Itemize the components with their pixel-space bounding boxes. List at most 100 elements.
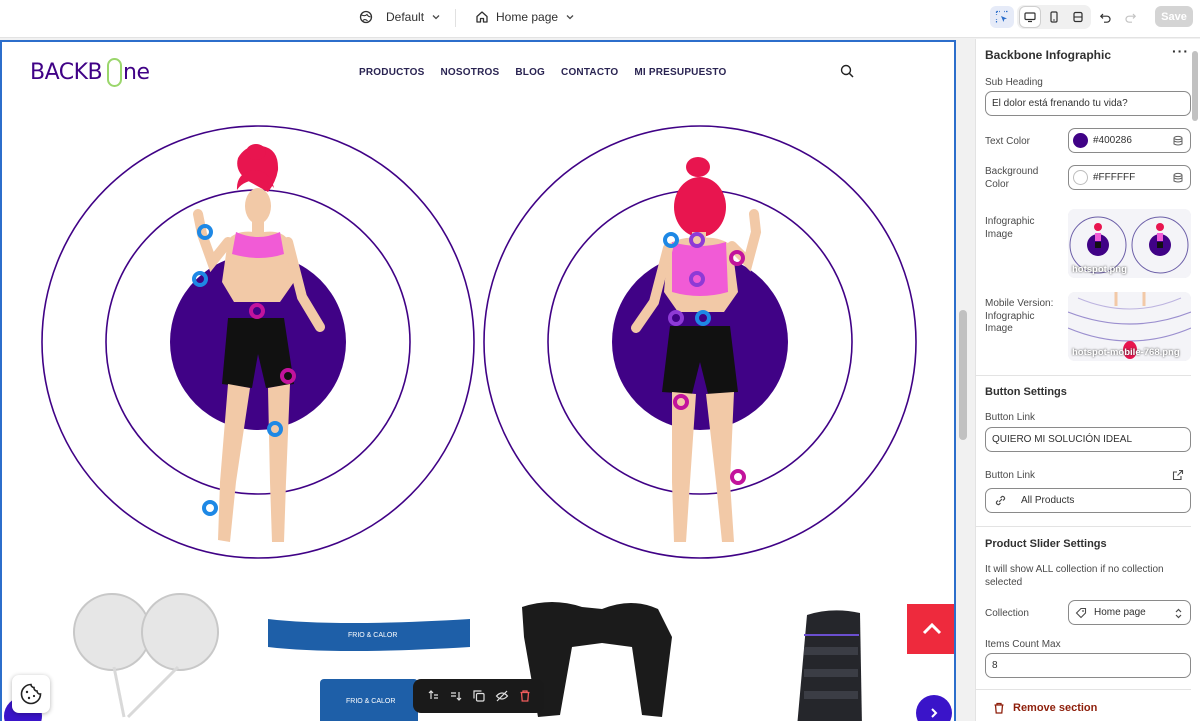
desktop-icon [1024,12,1036,23]
mobile-image-filename: hotspot-mobile-768.png [1072,347,1180,358]
move-down-icon[interactable] [449,689,463,703]
divider [976,375,1191,376]
preview-scrollbar[interactable] [956,40,970,721]
save-button[interactable]: Save [1155,6,1193,27]
desktop-view-button[interactable] [1020,7,1040,27]
cookie-icon [20,683,42,705]
button-link-url-label: Button Link [985,470,1036,481]
divider [976,689,1191,690]
button-link-url-picker[interactable]: All Products [985,488,1191,513]
chevron-down-icon [432,15,440,20]
database-icon[interactable] [1172,135,1184,147]
database-icon[interactable] [1172,172,1184,184]
svg-text:BACKB: BACKB [30,60,102,85]
collection-icon [1075,607,1087,618]
store-search-button[interactable] [840,64,854,83]
items-count-input[interactable]: 8 [985,653,1191,678]
background-color-swatch [1073,170,1088,185]
home-icon [476,11,488,23]
hotspot-ankle [202,500,218,516]
theme-label: Default [386,10,425,24]
panel-title: Backbone Infographic [985,48,1112,62]
undo-icon [1099,13,1111,23]
section-settings-panel: Backbone Infographic ··· Sub Heading El … [975,39,1200,721]
mobile-view-button[interactable] [1044,7,1064,27]
slider-next-button[interactable] [916,695,952,721]
button-link-url-value: All Products [1021,495,1075,506]
redo-icon [1124,13,1136,23]
topbar-divider [455,9,456,27]
product-posture-corrector [522,602,672,717]
panel-scrollbar[interactable] [1190,39,1200,721]
hotspot-calf [730,469,746,485]
delete-icon[interactable] [518,689,532,703]
duplicate-icon[interactable] [472,689,486,703]
nav-item-nosotros[interactable]: NOSOTROS [441,67,500,78]
mobile-image-label: Mobile Version: Infographic Image [985,298,1054,334]
fullwidth-icon [1073,11,1083,23]
svg-text:ne: ne [123,60,149,85]
panel-scrollbar-thumb[interactable] [1192,51,1198,121]
device-switcher [1017,5,1091,29]
text-color-value: #400286 [1093,135,1132,146]
search-icon [840,64,854,78]
preview-scrollbar-thumb[interactable] [959,310,967,440]
store-preview: BACKB ne PRODUCTOS NOSOTROS BLOG CONTACT… [0,40,956,721]
undo-button[interactable] [1093,6,1117,28]
mobile-image-picker[interactable]: hotspot-mobile-768.png [1068,292,1191,361]
more-icon[interactable]: ··· [1172,43,1189,59]
redo-button[interactable] [1118,6,1142,28]
button-link-label: Button Link [985,412,1036,423]
sub-heading-input[interactable]: El dolor está frenando tu vida? [985,91,1191,116]
hotspot-shoulder [663,232,679,248]
trash-icon [994,702,1004,714]
page-selector[interactable]: Home page [475,0,575,34]
remove-section-button[interactable]: Remove section [993,702,1097,714]
hotspot-infographic [41,125,917,559]
main-nav: PRODUCTOS NOSOTROS BLOG CONTACTO MI PRES… [359,67,726,78]
fullwidth-view-button[interactable] [1068,7,1088,27]
product-slider-heading: Product Slider Settings [985,538,1107,550]
nav-item-productos[interactable]: PRODUCTOS [359,67,425,78]
chevron-down-icon [566,15,574,20]
store-logo[interactable]: BACKB ne [30,55,160,96]
remove-section-label: Remove section [1013,702,1098,714]
link-icon [995,495,1006,506]
infographic-image-picker[interactable]: hotspot.png [1068,209,1191,278]
text-color-swatch [1073,133,1088,148]
editor-topbar: Default Home page Save [0,0,1200,38]
nav-item-mi-presupuesto[interactable]: MI PRESUPUESTO [634,67,726,78]
text-color-label: Text Color [985,136,1031,147]
product-electrodes [73,593,219,719]
text-color-field[interactable]: #400286 [1068,128,1191,153]
cookie-settings-button[interactable] [12,675,50,713]
backbone-logo: BACKB ne [30,58,150,87]
button-settings-heading: Button Settings [985,386,1067,398]
scroll-top-button[interactable] [907,604,954,654]
svg-text:FRIO & CALOR: FRIO & CALOR [348,632,397,639]
infographic-image-filename: hotspot.png [1072,264,1127,275]
chevron-updown-icon [1175,608,1182,619]
button-text-input[interactable]: QUIERO MI SOLUCIÓN IDEAL [985,427,1191,452]
nav-item-contacto[interactable]: CONTACTO [561,67,618,78]
arrow-right-icon [931,708,938,718]
globe-icon [359,10,373,24]
mobile-icon [1050,11,1058,23]
nav-item-blog[interactable]: BLOG [515,67,545,78]
collection-value: Home page [1094,607,1146,618]
arrow-up-icon [922,622,941,635]
select-element-icon [995,10,1008,23]
theme-selector[interactable]: Default [359,0,441,34]
page-label: Home page [496,10,559,24]
background-color-field[interactable]: #FFFFFF [1068,165,1191,190]
divider [976,526,1191,527]
select-element-button[interactable] [990,6,1014,28]
sub-heading-label: Sub Heading [985,77,1043,88]
product-slider-help: It will show ALL collection if no collec… [985,564,1164,588]
infographic-image-label: Infographic Image [985,216,1035,240]
hide-icon[interactable] [495,689,509,703]
items-count-label: Items Count Max [985,639,1061,650]
move-up-icon[interactable] [426,689,440,703]
external-link-icon[interactable] [1172,469,1184,481]
collection-select[interactable]: Home page [1068,600,1191,625]
